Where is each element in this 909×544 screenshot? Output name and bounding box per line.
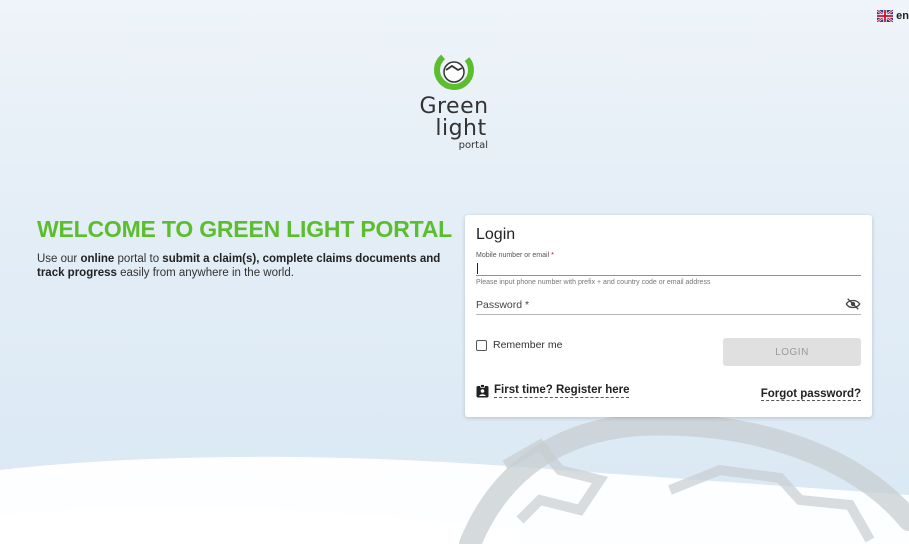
language-code[interactable]: en xyxy=(896,10,909,22)
remember-checkbox[interactable] xyxy=(476,339,487,351)
welcome-bold-1: online xyxy=(80,253,115,265)
forgot-row: Forgot password? xyxy=(760,384,861,402)
welcome-title: WELCOME TO GREEN LIGHT PORTAL xyxy=(37,216,453,242)
welcome-text-3: easily from anywhere in the world. xyxy=(116,267,294,279)
password-field[interactable]: Password * xyxy=(476,297,861,315)
green-light-logo-icon xyxy=(434,50,474,90)
mobile-label-text: Mobile number or email xyxy=(476,252,550,259)
welcome-description: Use our online portal to submit a claim(… xyxy=(37,252,447,280)
language-selector[interactable]: en xyxy=(877,10,909,22)
welcome-text-2: portal to xyxy=(114,253,163,265)
mobile-hint: Please input phone number with prefix + … xyxy=(476,279,711,286)
remember-me[interactable]: Remember me xyxy=(476,339,562,351)
forgot-password-link[interactable]: Forgot password? xyxy=(760,388,861,401)
login-card: Login Mobile number or email * Please in… xyxy=(465,215,872,417)
welcome-section: WELCOME TO GREEN LIGHT PORTAL Use our on… xyxy=(37,215,453,280)
password-label: Password * xyxy=(476,299,530,311)
register-link[interactable]: First time? Register here xyxy=(494,384,630,398)
register-row[interactable]: First time? Register here xyxy=(476,384,630,398)
logo-text-green: Green xyxy=(419,94,489,119)
welcome-text-1: Use our xyxy=(37,253,81,265)
logo-text-portal: portal xyxy=(458,140,488,151)
required-mark: * xyxy=(551,252,554,259)
logo: Green light portal xyxy=(414,48,494,152)
login-title: Login xyxy=(476,226,516,243)
mobile-field-wrapper xyxy=(476,262,861,279)
mobile-email-input[interactable] xyxy=(476,265,861,279)
contact-badge-icon xyxy=(476,384,489,398)
visibility-off-icon[interactable] xyxy=(845,297,861,311)
text-caret xyxy=(477,263,478,274)
uk-flag-icon xyxy=(877,10,894,22)
remember-label: Remember me xyxy=(493,339,563,351)
mobile-label: Mobile number or email * xyxy=(476,252,861,259)
login-button[interactable]: LOGIN xyxy=(723,338,861,366)
logo-text-light: light xyxy=(435,116,487,141)
